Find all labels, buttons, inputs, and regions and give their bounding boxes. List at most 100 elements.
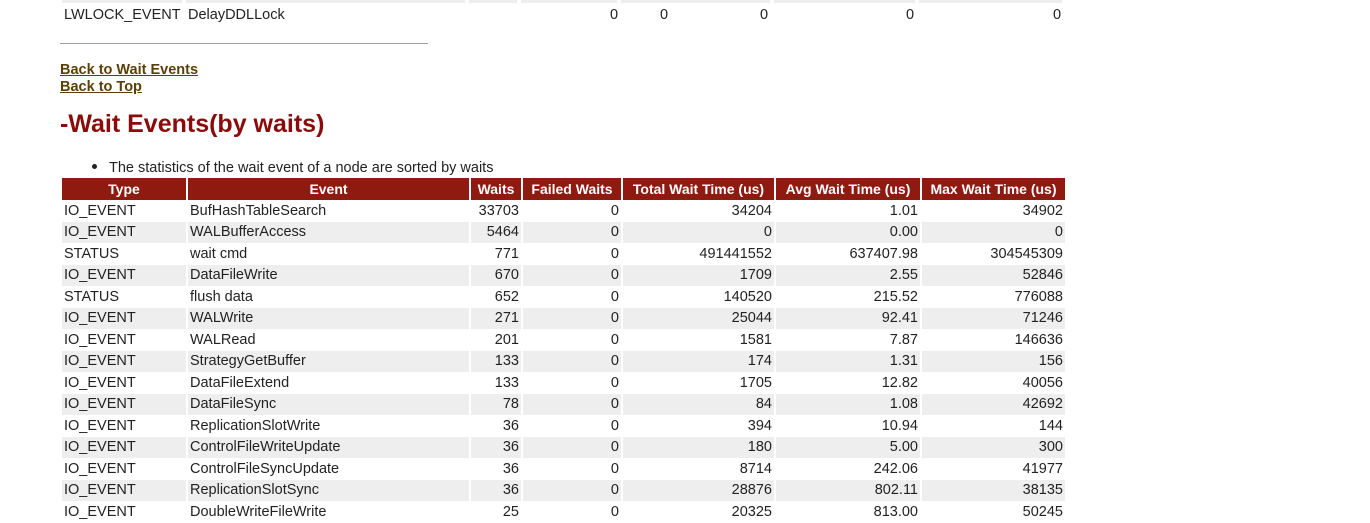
cell-event: WALRead [188,329,469,351]
prev-row-value: 0 [660,7,669,23]
cell-failed-waits: 0 [523,415,621,437]
cell-type: IO_EVENT [62,221,186,243]
table-row: IO_EVENT WALRead 201 0 1581 7.87 146636 [62,329,1065,351]
prev-table-cell-strip [521,0,617,3]
cell-failed-waits: 0 [523,286,621,308]
cell-event: BufHashTableSearch [188,200,469,222]
cell-waits: 36 [471,479,521,501]
prev-table-cell-strip [621,0,770,3]
back-to-top-link[interactable]: Back to Top [60,79,142,95]
table-header-row: Type Event Waits Failed Waits Total Wait… [62,178,1065,200]
cell-waits: 670 [471,264,521,286]
cell-event: DataFileSync [188,393,469,415]
prev-table-cell-strip [774,0,915,3]
table-row: IO_EVENT DataFileSync 78 0 84 1.08 42692 [62,393,1065,415]
cell-type: IO_EVENT [62,415,186,437]
cell-type: IO_EVENT [62,501,186,523]
cell-waits: 78 [471,393,521,415]
cell-waits: 133 [471,372,521,394]
cell-avg-wait-time: 10.94 [776,415,920,437]
cell-failed-waits: 0 [523,350,621,372]
cell-total-wait-time: 84 [623,393,774,415]
cell-total-wait-time: 140520 [623,286,774,308]
column-header-type: Type [62,178,186,200]
cell-type: IO_EVENT [62,458,186,480]
section-note-text: The statistics of the wait event of a no… [109,160,494,176]
cell-event: ReplicationSlotWrite [188,415,469,437]
cell-max-wait-time: 156 [922,350,1065,372]
cell-event: wait cmd [188,243,469,265]
cell-total-wait-time: 0 [623,221,774,243]
bullet-icon [92,163,97,169]
cell-waits: 36 [471,436,521,458]
cell-waits: 5464 [471,221,521,243]
cell-event: DataFileExtend [188,372,469,394]
cell-avg-wait-time: 1.01 [776,200,920,222]
cell-waits: 271 [471,307,521,329]
cell-event: ControlFileWriteUpdate [188,436,469,458]
cell-max-wait-time: 34902 [922,200,1065,222]
cell-max-wait-time: 71246 [922,307,1065,329]
section-note: The statistics of the wait event of a no… [92,160,493,176]
cell-avg-wait-time: 215.52 [776,286,920,308]
table-row: IO_EVENT WALWrite 271 0 25044 92.41 71246 [62,307,1065,329]
cell-max-wait-time: 50245 [922,501,1065,523]
cell-total-wait-time: 1581 [623,329,774,351]
cell-avg-wait-time: 2.55 [776,264,920,286]
cell-event: WALWrite [188,307,469,329]
back-to-wait-events-link[interactable]: Back to Wait Events [60,62,198,78]
cell-type: IO_EVENT [62,350,186,372]
cell-waits: 771 [471,243,521,265]
prev-row-value: 0 [610,7,619,23]
cell-type: IO_EVENT [62,436,186,458]
cell-total-wait-time: 20325 [623,501,774,523]
cell-max-wait-time: 38135 [922,479,1065,501]
cell-event: DoubleWriteFileWrite [188,501,469,523]
cell-total-wait-time: 180 [623,436,774,458]
cell-event: WALBufferAccess [188,221,469,243]
column-header-failed-waits: Failed Waits [523,178,621,200]
prev-row-value: 0 [906,7,915,23]
cell-max-wait-time: 304545309 [922,243,1065,265]
cell-type: IO_EVENT [62,372,186,394]
cell-failed-waits: 0 [523,264,621,286]
cell-failed-waits: 0 [523,372,621,394]
prev-table-cell-strip [186,0,465,3]
cell-type: IO_EVENT [62,479,186,501]
table-row: IO_EVENT DataFileExtend 133 0 1705 12.82 40056 [62,372,1065,394]
wait-events-table: Type Event Waits Failed Waits Total Wait… [60,178,1067,523]
cell-avg-wait-time: 5.00 [776,436,920,458]
cell-max-wait-time: 0 [922,221,1065,243]
cell-avg-wait-time: 802.11 [776,479,920,501]
cell-type: IO_EVENT [62,200,186,222]
section-divider [60,43,428,44]
table-row: STATUS wait cmd 771 0 491441552 637407.98 3045… [62,243,1065,265]
table-row: IO_EVENT ControlFileSyncUpdate 36 0 8714 242.… [62,458,1065,480]
cell-waits: 652 [471,286,521,308]
cell-total-wait-time: 1709 [623,264,774,286]
cell-max-wait-time: 40056 [922,372,1065,394]
prev-table-cell-strip [919,0,1062,3]
cell-total-wait-time: 491441552 [623,243,774,265]
cell-avg-wait-time: 0.00 [776,221,920,243]
cell-waits: 36 [471,458,521,480]
prev-table-cell-strip [62,0,182,3]
cell-event: ControlFileSyncUpdate [188,458,469,480]
cell-avg-wait-time: 242.06 [776,458,920,480]
cell-failed-waits: 0 [523,436,621,458]
cell-max-wait-time: 41977 [922,458,1065,480]
cell-avg-wait-time: 813.00 [776,501,920,523]
table-row: IO_EVENT ControlFileWriteUpdate 36 0 180 5.00… [62,436,1065,458]
cell-failed-waits: 0 [523,243,621,265]
table-row: IO_EVENT BufHashTableSearch 33703 0 34204 1.0… [62,200,1065,222]
cell-max-wait-time: 776088 [922,286,1065,308]
cell-avg-wait-time: 1.31 [776,350,920,372]
cell-total-wait-time: 8714 [623,458,774,480]
prev-table-row: LWLOCK_EVENT DelayDDLLock 0 0 0 0 0 [62,4,1064,26]
prev-row-event: DelayDDLLock [188,7,285,23]
table-row: STATUS flush data 652 0 140520 215.52 776088 [62,286,1065,308]
cell-event: StrategyGetBuffer [188,350,469,372]
cell-failed-waits: 0 [523,458,621,480]
cell-type: IO_EVENT [62,329,186,351]
cell-max-wait-time: 42692 [922,393,1065,415]
